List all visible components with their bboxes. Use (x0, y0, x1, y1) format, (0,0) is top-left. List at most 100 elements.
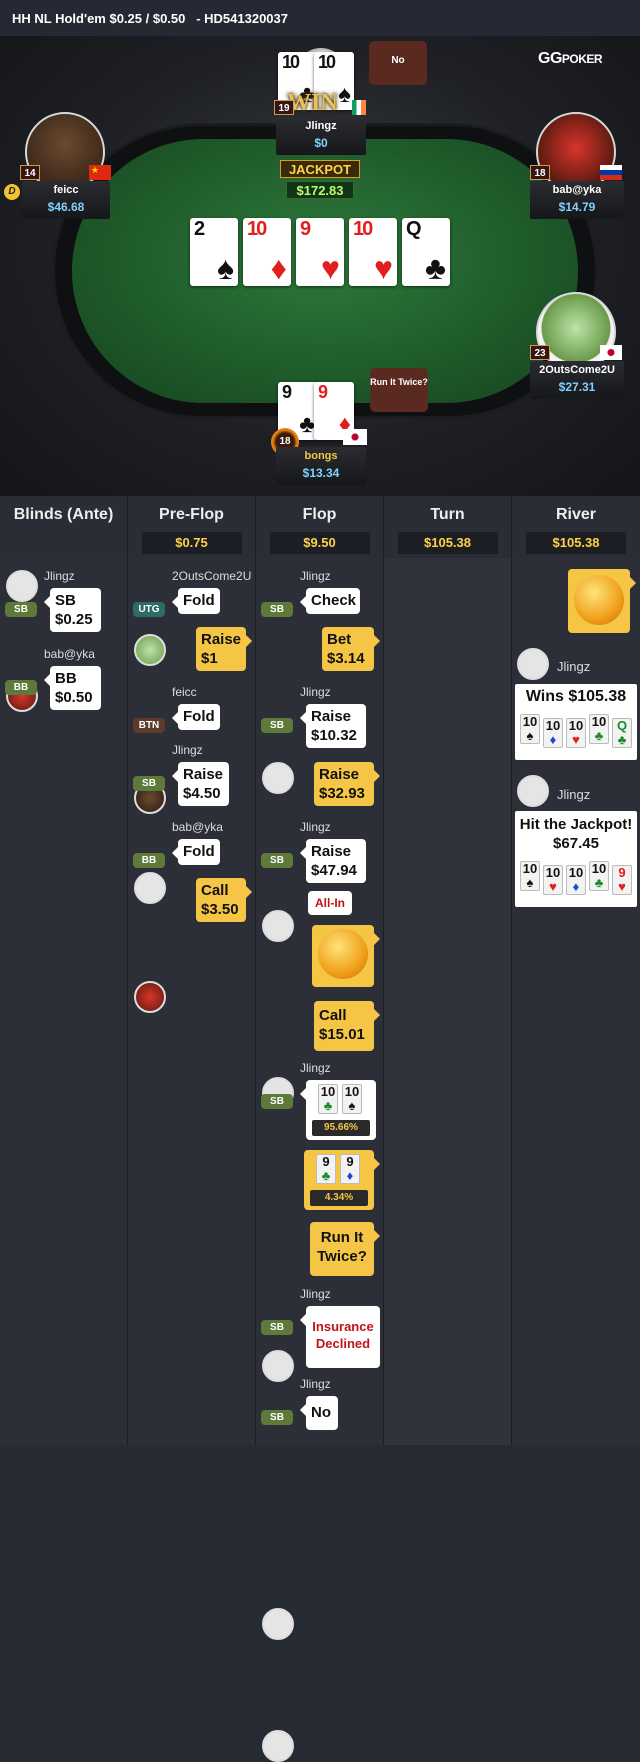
insurance-declined-box: Insurance Declined (300, 1306, 380, 1368)
hero-action-box: Raise $32.93 (314, 762, 380, 806)
avatar (517, 775, 549, 807)
action-player-name: Jlingz (557, 787, 591, 802)
mini-card: 10 ♠ (520, 714, 540, 744)
avatar (134, 981, 166, 1013)
mini-card: 9 ♥ (612, 865, 632, 895)
position-tag: BB (5, 680, 37, 695)
position-tag: SB (261, 1410, 293, 1425)
avatar (6, 570, 38, 602)
hero-equity-box: 9 ♣ 9 ♦ 4.34% (304, 1150, 380, 1210)
mini-card: 10 ♠ (342, 1084, 362, 1114)
action-player-name: Jlingz (300, 1061, 331, 1075)
action-box: Fold (172, 588, 220, 614)
action-player-name: bab@yka (44, 647, 95, 661)
avatar (517, 648, 549, 680)
mini-card: 9 ♣ (316, 1154, 336, 1184)
action-player-name: Jlingz (44, 569, 75, 583)
position-tag: UTG (133, 602, 165, 617)
action-player-name: bab@yka (172, 820, 223, 834)
flag-icon (600, 345, 622, 360)
win-text: Wins $105.38 (525, 688, 627, 705)
avatar (536, 292, 616, 372)
jackpot-label: JACKPOT (280, 160, 360, 178)
position-tag: SB (133, 776, 165, 791)
action-box: BB $0.50 (44, 666, 101, 710)
hero-action-box: Call $3.50 (196, 878, 252, 922)
player-plate: Jlingz $0 (276, 117, 366, 155)
pot-amount: $9.50 (269, 532, 370, 554)
mini-card: 10 ♣ (318, 1084, 338, 1114)
player-level: 14 (20, 165, 40, 180)
flag-icon (352, 100, 366, 115)
pot-amount: $105.38 (397, 532, 498, 554)
column-header-preflop: Pre-Flop $0.75 (128, 496, 256, 558)
action-box: Check (300, 588, 360, 614)
player-stack: $13.34 (302, 466, 340, 480)
player-plate: bongs $13.34 (276, 447, 366, 485)
all-in-tag: All-In (308, 891, 352, 915)
column-turn (384, 558, 512, 1445)
pot-amount: $0.75 (141, 532, 242, 554)
column-header-blinds: Blinds (Ante) (0, 496, 128, 558)
position-tag: SB (261, 602, 293, 617)
hero-emote-box (568, 569, 636, 633)
jackpot-amount-text: $67.45 (553, 835, 599, 852)
action-box: SB $0.25 (44, 588, 101, 632)
position-tag: SB (261, 1320, 293, 1335)
column-header-turn: Turn $105.38 (384, 496, 512, 558)
mini-card: 10 ♣ (589, 861, 609, 891)
player-name: Jlingz (305, 120, 337, 132)
action-box: Fold (172, 839, 220, 865)
player-level: 23 (530, 345, 550, 360)
jackpot-panel: Jlingz Hit the Jackpot! $67.45 10 ♠ 10 ♥ 1… (515, 769, 637, 907)
avatar (25, 112, 105, 192)
avatar (134, 872, 166, 904)
jackpot-body: Hit the Jackpot! $67.45 10 ♠ 10 ♥ 10 ♦ 10 ♣ … (515, 811, 637, 907)
dealer-button: D (4, 184, 20, 200)
result-body: Wins $105.38 10 ♠ 10 ♦ 10 ♥ 10 ♣ Q ♣ (515, 684, 637, 760)
board-card: Q ♣ (402, 218, 450, 286)
ggpoker-logo: GGPOKER (538, 50, 603, 67)
avatar (262, 1730, 294, 1762)
jackpot-text: Hit the Jackpot! (519, 816, 633, 833)
poker-table-area: GGPOKER 10 ♣ 10 ♠ WIN 19 Jlingz $0 No JACK… (0, 36, 640, 496)
mini-card: 10 ♣ (589, 714, 609, 744)
board-card: 10 ♥ (349, 218, 397, 286)
jackpot-amount: $172.83 (286, 181, 354, 199)
action-player-name: Jlingz (300, 820, 331, 834)
mini-card: 10 ♦ (543, 718, 563, 748)
avatar (262, 762, 294, 794)
action-player-name: Jlingz (300, 685, 331, 699)
equity-percent: 95.66% (312, 1120, 370, 1136)
column-header-flop: Flop $9.50 (256, 496, 384, 558)
column-header-river: River $105.38 (512, 496, 640, 558)
equity-percent: 4.34% (310, 1190, 368, 1206)
mini-card: 10 ♥ (543, 865, 563, 895)
action-player-name: Jlingz (300, 1377, 331, 1391)
player-stack: $27.31 (558, 380, 596, 394)
player-stack: $0 (314, 136, 328, 150)
player-name: 2OutsCome2U (539, 364, 615, 376)
avatar (134, 634, 166, 666)
flag-icon: ★ (89, 165, 111, 180)
position-tag: BB (133, 853, 165, 868)
avatar (536, 112, 616, 192)
flag-icon (600, 165, 622, 180)
avatar (262, 1608, 294, 1640)
board-card: 9 ♥ (296, 218, 344, 286)
win-badge: WIN (287, 90, 338, 116)
board-card: 2 ♠ (190, 218, 238, 286)
action-box: No (300, 1396, 338, 1430)
pot-amount: $105.38 (526, 532, 626, 554)
action-player-name: Jlingz (300, 1287, 331, 1301)
action-player-name: Jlingz (300, 569, 331, 583)
hand-title: HH NL Hold'em $0.25 / $0.50 - HD54132003… (0, 0, 640, 36)
hero-action-box: Bet $3.14 (322, 627, 380, 671)
player-plate: feicc $46.68 (22, 181, 110, 219)
flag-icon (343, 429, 367, 445)
player-name: bab@yka (552, 184, 602, 196)
action-player-name: Jlingz (557, 659, 591, 674)
mini-card: 10 ♠ (520, 861, 540, 891)
hero-action-box: Run It Twice? (310, 1222, 380, 1276)
mini-card: 10 ♥ (566, 718, 586, 748)
